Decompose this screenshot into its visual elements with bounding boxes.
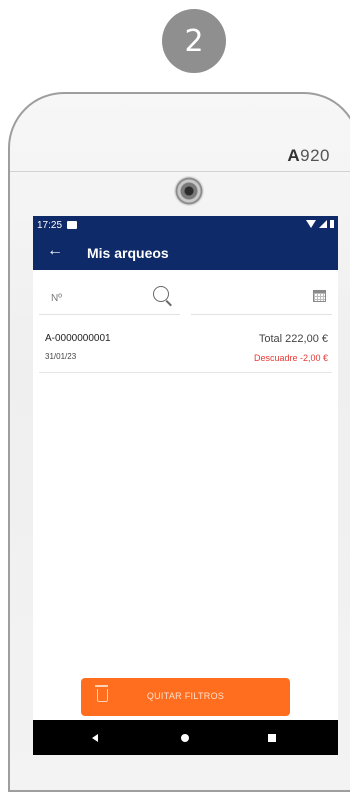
arqueo-descuadre: Descuadre -2,00 € <box>253 353 328 363</box>
notification-icon <box>67 221 77 229</box>
status-time: 17:25 <box>37 220 63 231</box>
wifi-icon <box>306 220 316 228</box>
arqueo-date: 31/01/23 <box>45 352 77 361</box>
page-title: Mis arqueos <box>87 245 169 261</box>
back-arrow-icon[interactable]: ← <box>47 242 63 260</box>
nav-home-icon[interactable] <box>181 734 189 742</box>
device-model-number: 920 <box>300 146 330 165</box>
camera-icon <box>174 176 204 206</box>
android-nav-bar <box>33 720 338 755</box>
step-badge: 2 <box>162 9 226 73</box>
arqueo-code: A-0000000001 <box>45 333 111 344</box>
battery-icon <box>330 220 334 228</box>
quitar-filtros-button[interactable]: QUITAR FILTROS <box>81 678 290 716</box>
device-model-prefix: A <box>287 146 301 165</box>
calendar-icon[interactable] <box>313 290 326 302</box>
system-icons <box>306 220 334 228</box>
device-model: A920 <box>287 146 330 166</box>
step-number: 2 <box>184 23 204 59</box>
list-item[interactable]: A-0000000001 31/01/23 Total 222,00 € Des… <box>39 324 332 373</box>
search-icon[interactable] <box>153 286 169 302</box>
arqueo-total: Total 222,00 € <box>258 333 328 345</box>
device-divider <box>10 171 350 172</box>
app-bar: ← Mis arqueos <box>33 236 338 270</box>
date-filter-field[interactable] <box>191 286 332 315</box>
quitar-filtros-label: QUITAR FILTROS <box>146 691 225 701</box>
nav-recents-icon[interactable] <box>268 734 276 742</box>
signal-icon <box>319 220 327 228</box>
status-bar: 17:25 <box>33 216 338 236</box>
phone-screen: 17:25 ← Mis arqueos Nº A-0000000001 31/0… <box>33 216 338 755</box>
nav-back-icon[interactable] <box>92 734 98 742</box>
number-filter-placeholder: Nº <box>51 293 62 304</box>
number-filter-field[interactable]: Nº <box>39 286 180 315</box>
